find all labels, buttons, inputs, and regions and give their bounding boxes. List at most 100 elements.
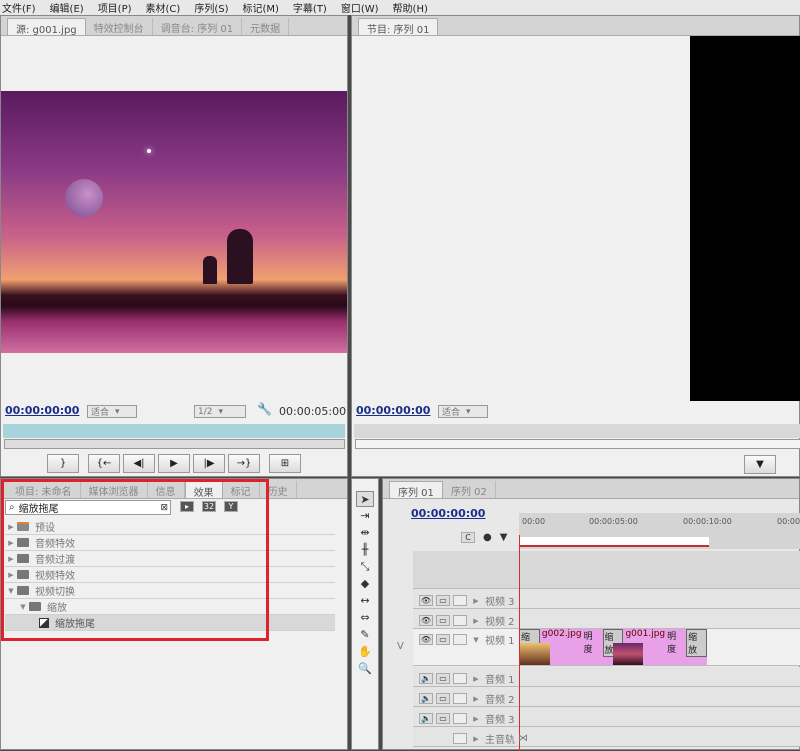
- tab-source[interactable]: 源: g001.jpg: [7, 18, 86, 36]
- go-to-in-button[interactable]: {←: [88, 454, 120, 473]
- program-timecode[interactable]: 00:00:00:00: [356, 404, 430, 417]
- ruler-label: 00:00: [522, 517, 546, 526]
- step-back-button[interactable]: ◀|: [123, 454, 155, 473]
- link-icon[interactable]: ●: [483, 532, 492, 543]
- pen-tool-icon[interactable]: ✎: [356, 627, 374, 643]
- playhead[interactable]: [519, 535, 520, 751]
- track-name: 音频 2: [485, 695, 515, 706]
- speaker-icon[interactable]: 🔈: [419, 673, 433, 684]
- resolution-value: 1/2: [198, 406, 213, 417]
- mark-in-button[interactable]: }: [47, 454, 79, 473]
- time-ruler[interactable]: 00:00 00:00:05:00 00:00:10:00 00:00:: [519, 513, 800, 549]
- program-fit-dropdown[interactable]: 适合 ▾: [438, 405, 488, 418]
- sync-lock-icon[interactable]: ▭: [436, 634, 450, 645]
- track-name: 音频 3: [485, 715, 515, 726]
- menu-help[interactable]: 帮助(H): [393, 0, 428, 15]
- sync-lock-icon[interactable]: ▭: [436, 713, 450, 724]
- track-spacer: [413, 551, 800, 589]
- eye-icon[interactable]: 👁: [419, 595, 433, 606]
- timeline-panel: 序列 01 序列 02 00:00:00:00 C ● ▼ 00:00 00:0…: [382, 478, 800, 751]
- sync-lock-icon[interactable]: ▭: [436, 673, 450, 684]
- tab-effect-controls[interactable]: 特效控制台: [86, 18, 153, 35]
- timeline-tabs: 序列 01 序列 02: [383, 479, 799, 499]
- lock-toggle[interactable]: [453, 693, 467, 704]
- sync-lock-icon[interactable]: ▭: [436, 693, 450, 704]
- menu-marker[interactable]: 标记(M): [242, 0, 278, 15]
- source-duration: 00:00:05:00: [279, 405, 347, 418]
- timeline-timecode[interactable]: 00:00:00:00: [411, 507, 485, 520]
- eye-icon[interactable]: 👁: [419, 615, 433, 626]
- tools-panel: ➤ ⇥ ⇹ ╫ ⤡ ◆ ↔ ⇔ ✎ ✋ 🔍: [351, 478, 379, 750]
- cat-silhouette: [203, 256, 217, 284]
- timeline-controls: C ● ▼: [461, 532, 507, 543]
- track-name: 视频 1: [485, 636, 515, 647]
- clip-group: 缩放 g002.jpg 明度 缩放 g001.jpg 明度 缩放: [519, 629, 707, 665]
- insert-button[interactable]: ⊞: [269, 454, 301, 473]
- menu-project[interactable]: 项目(P): [98, 0, 132, 15]
- lock-toggle[interactable]: [453, 733, 467, 744]
- tab-sequence-02[interactable]: 序列 02: [443, 481, 496, 498]
- snap-icon[interactable]: C: [461, 532, 475, 543]
- source-fit-dropdown[interactable]: 适合 ▾: [87, 405, 137, 418]
- star: [147, 149, 151, 153]
- slide-tool-icon[interactable]: ⇔: [356, 610, 374, 626]
- rolling-edit-tool-icon[interactable]: ╫: [356, 542, 374, 558]
- menu-edit[interactable]: 编辑(E): [50, 0, 84, 15]
- source-time-ruler[interactable]: [3, 424, 345, 438]
- source-zoom-scrollbar[interactable]: [4, 439, 345, 449]
- program-time-ruler[interactable]: [354, 424, 800, 438]
- tab-program[interactable]: 节目: 序列 01: [358, 18, 439, 36]
- lock-toggle[interactable]: [453, 673, 467, 684]
- go-to-out-button[interactable]: →}: [228, 454, 260, 473]
- fx-badge[interactable]: 明度: [584, 629, 601, 655]
- tab-metadata[interactable]: 元数据: [242, 18, 290, 35]
- hand-tool-icon[interactable]: ✋: [356, 644, 374, 660]
- lock-toggle[interactable]: [453, 634, 467, 645]
- lock-toggle[interactable]: [453, 713, 467, 724]
- source-timecode[interactable]: 00:00:00:00: [5, 404, 79, 417]
- marker-icon[interactable]: ▼: [500, 532, 508, 543]
- tab-audio-mixer[interactable]: 调音台: 序列 01: [153, 18, 243, 35]
- track-select-tool-icon[interactable]: ⇥: [356, 508, 374, 524]
- lock-toggle[interactable]: [453, 615, 467, 626]
- menu-window[interactable]: 窗口(W): [341, 0, 379, 15]
- fit-value: 适合: [442, 408, 461, 418]
- clip-g002[interactable]: g002.jpg: [540, 629, 584, 639]
- moon: [65, 179, 103, 217]
- lock-toggle[interactable]: [453, 595, 467, 606]
- razor-tool-icon[interactable]: ◆: [356, 576, 374, 592]
- work-area-bar[interactable]: [519, 537, 709, 547]
- menu-file[interactable]: 文件(F): [2, 0, 36, 15]
- selection-tool-icon[interactable]: ➤: [356, 491, 374, 507]
- tab-sequence-01[interactable]: 序列 01: [389, 481, 443, 499]
- effects-panel: 项目: 未命名 媒体浏览器 信息 效果 标记 历史 ⌕ 缩放拖尾 ⊠ ▸ 32 Y…: [0, 478, 348, 750]
- highlight-box: [1, 479, 269, 641]
- rate-stretch-tool-icon[interactable]: ⤡: [356, 559, 374, 575]
- zoom-tool-icon[interactable]: 🔍: [356, 661, 374, 677]
- video-target-label[interactable]: V: [397, 641, 404, 652]
- speaker-icon[interactable]: 🔈: [419, 693, 433, 704]
- source-monitor-panel: 源: g001.jpg 特效控制台 调音台: 序列 01 元数据 00:00:0…: [0, 15, 348, 477]
- play-button[interactable]: ▶: [158, 454, 190, 473]
- sync-lock-icon[interactable]: ▭: [436, 595, 450, 606]
- track-header-audio-3: 🔈 ▭ ▶ 音频 3: [419, 711, 515, 726]
- add-marker-button[interactable]: ▼: [744, 455, 776, 474]
- program-zoom-scrollbar[interactable]: [355, 439, 800, 449]
- menu-clip[interactable]: 素材(C): [146, 0, 181, 15]
- wrench-icon[interactable]: 🔧: [257, 402, 272, 416]
- eye-icon[interactable]: 👁: [419, 634, 433, 645]
- transition-clip[interactable]: 缩放: [686, 629, 707, 657]
- menu-sequence[interactable]: 序列(S): [194, 0, 228, 15]
- clip-thumbnail: [520, 643, 550, 665]
- source-transport: } {← ◀| ▶ |▶ →} ⊞: [47, 454, 301, 473]
- clip-g001[interactable]: g001.jpg: [623, 629, 667, 639]
- step-forward-button[interactable]: |▶: [193, 454, 225, 473]
- resolution-dropdown[interactable]: 1/2 ▾: [194, 405, 246, 418]
- sync-lock-icon[interactable]: ▭: [436, 615, 450, 626]
- speaker-icon[interactable]: 🔈: [419, 713, 433, 724]
- menu-bar: 文件(F) 编辑(E) 项目(P) 素材(C) 序列(S) 标记(M) 字幕(T…: [0, 0, 800, 15]
- fx-badge[interactable]: 明度: [667, 629, 684, 655]
- menu-title[interactable]: 字幕(T): [293, 0, 327, 15]
- slip-tool-icon[interactable]: ↔: [356, 593, 374, 609]
- ripple-edit-tool-icon[interactable]: ⇹: [356, 525, 374, 541]
